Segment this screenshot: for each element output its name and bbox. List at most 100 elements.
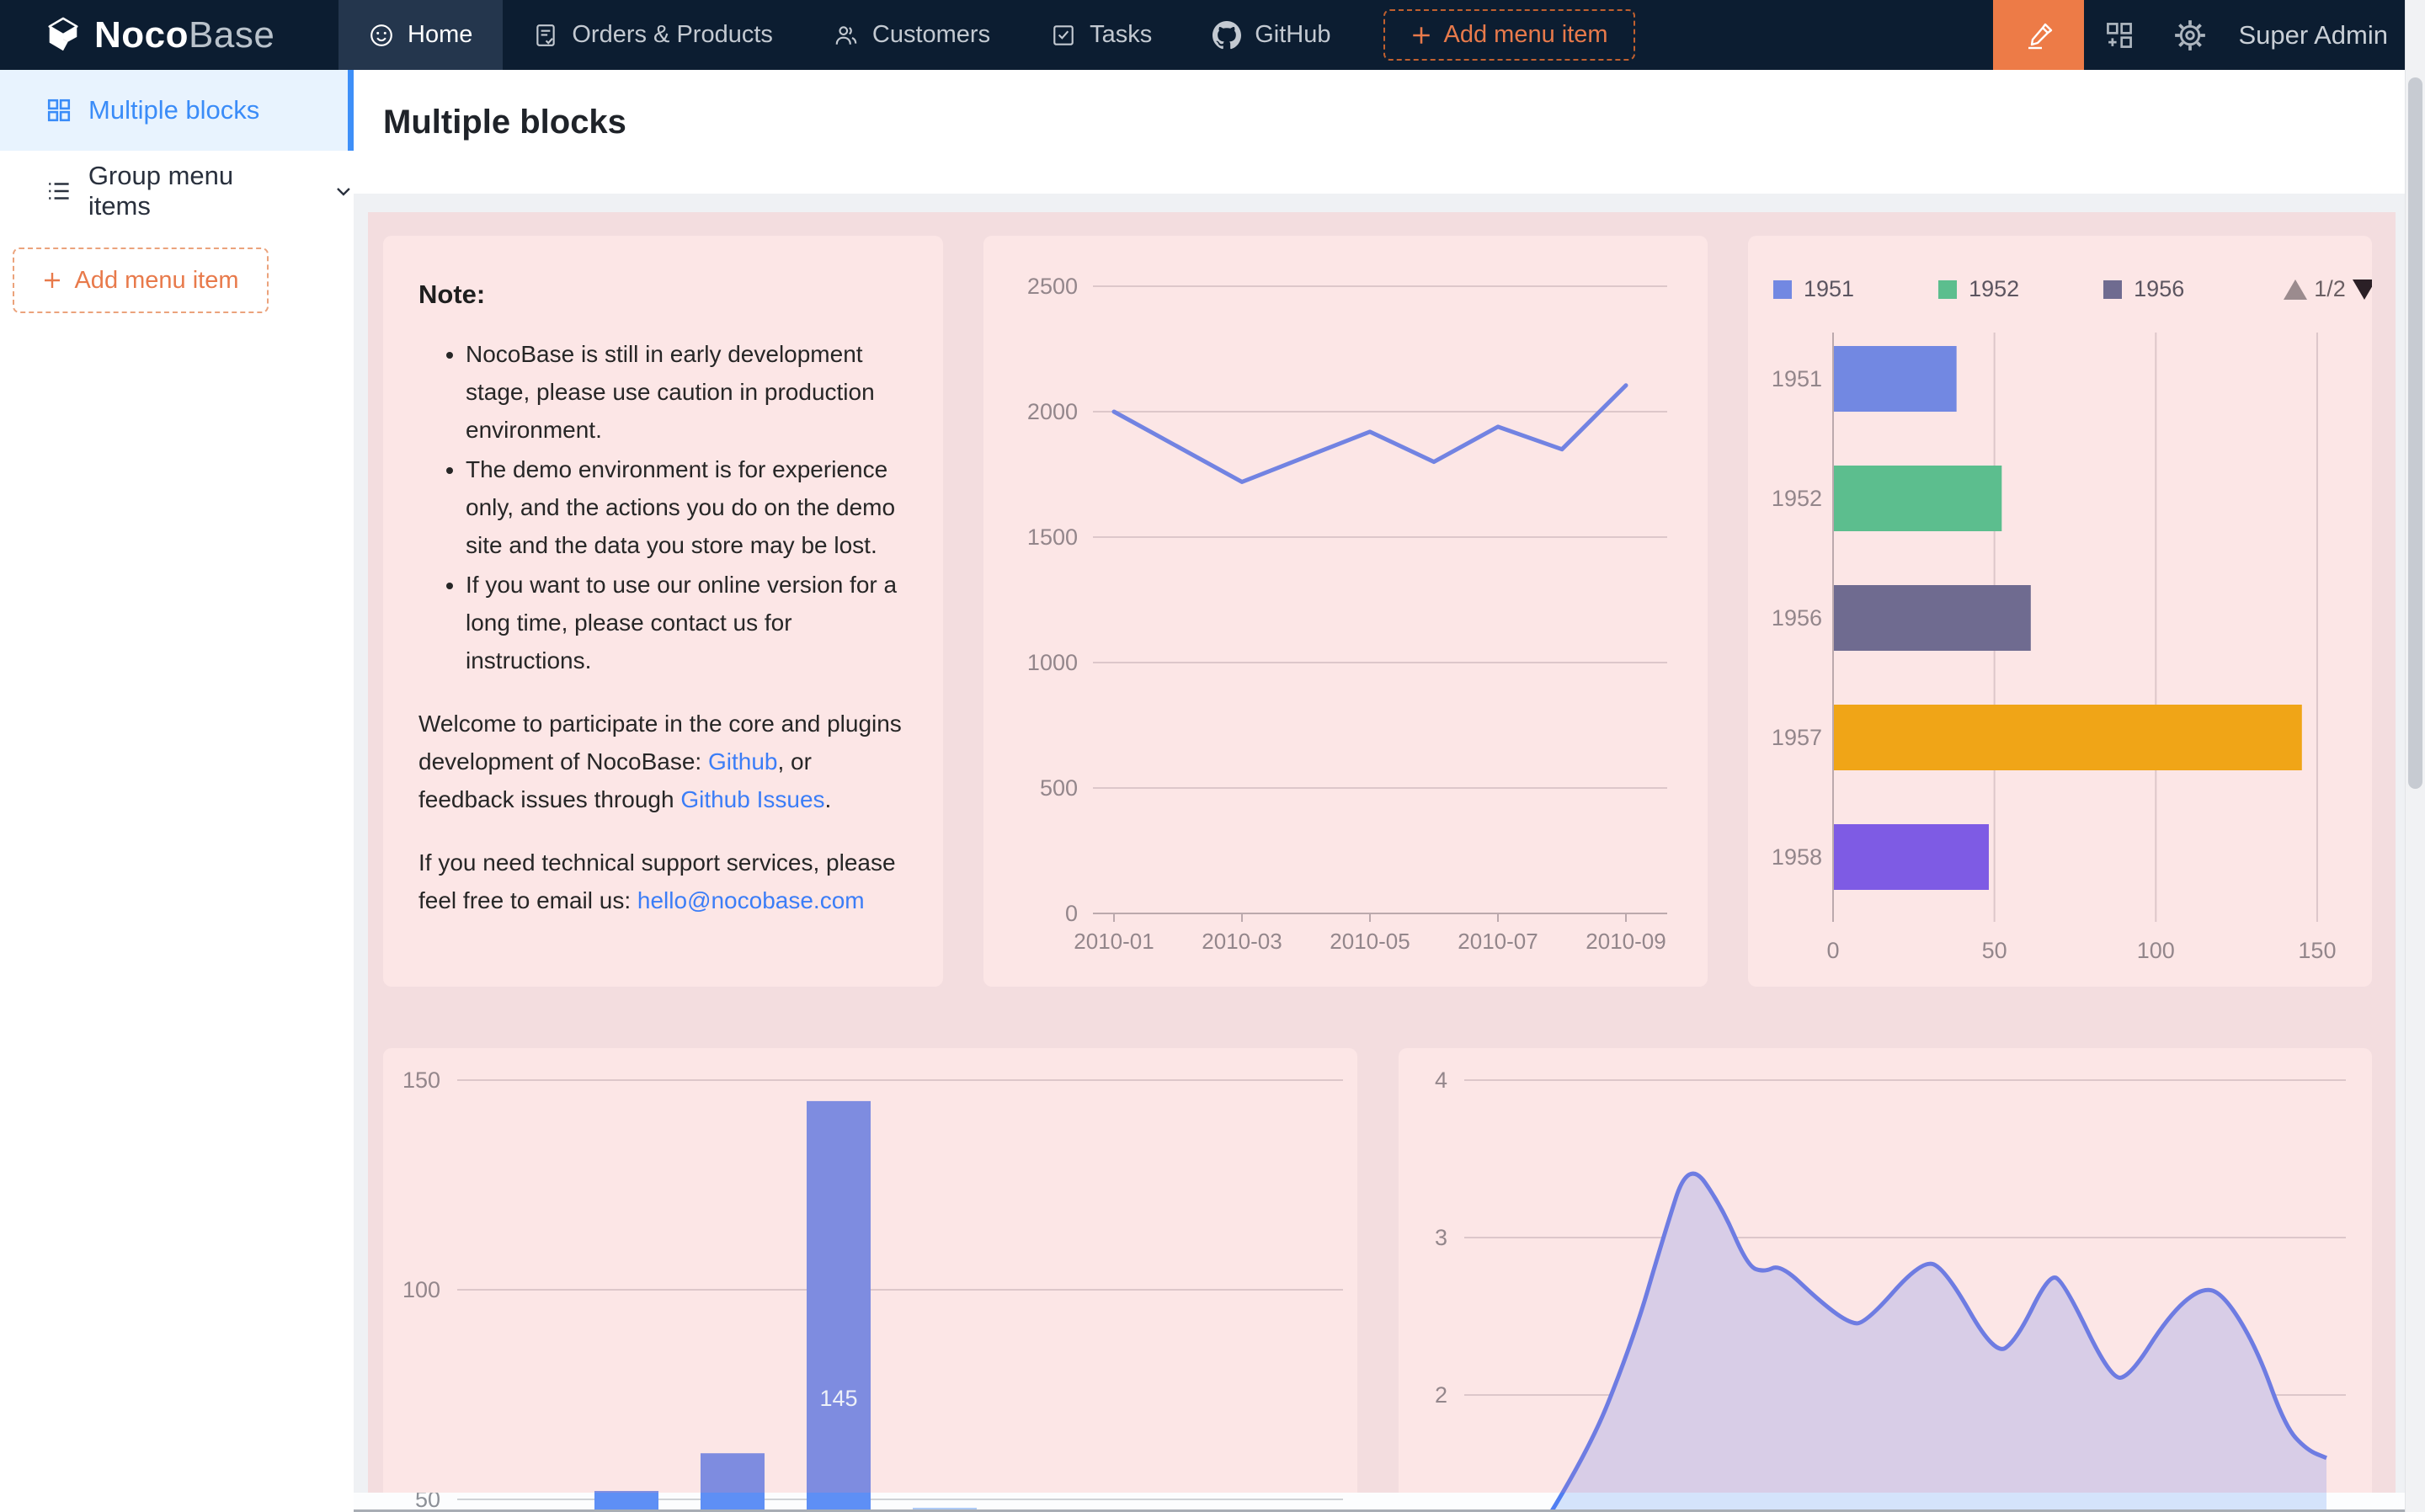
nav-add-menu-item-button[interactable]: Add menu item (1383, 9, 1635, 61)
note-link[interactable]: hello@nocobase.com (637, 887, 865, 913)
area-chart: 432 (1399, 1048, 2372, 1512)
legend-page-indicator: 1/2 (2314, 276, 2346, 302)
nav-tab-github[interactable]: GitHub (1182, 0, 1361, 70)
plus-icon (42, 270, 62, 290)
page-title: Multiple blocks (383, 104, 626, 141)
svg-text:50: 50 (415, 1487, 440, 1512)
legend-page-up-icon[interactable] (2284, 280, 2307, 300)
note-text: Welcome to participate in the core and p… (418, 711, 902, 775)
chart-legend: 1951 1952 1956 1/2 (1773, 276, 2372, 302)
svg-text:2: 2 (1435, 1382, 1447, 1408)
sidebar-item-multiple-blocks[interactable]: Multiple blocks (0, 70, 354, 151)
grid-icon (46, 98, 72, 123)
svg-text:2000: 2000 (1027, 399, 1078, 424)
svg-text:0: 0 (1065, 901, 1078, 926)
svg-text:100: 100 (402, 1277, 440, 1302)
list-icon (46, 178, 72, 204)
active-indicator-bar (348, 70, 354, 151)
nav-tab-label: Orders & Products (572, 21, 773, 49)
nav-tab-label: Customers (872, 21, 990, 49)
nav-tab-label: Home (408, 21, 472, 49)
svg-text:4: 4 (1435, 1067, 1447, 1093)
tasks-icon (1051, 23, 1076, 48)
nav-tab-orders-products[interactable]: Orders & Products (503, 0, 803, 70)
settings-button[interactable] (2155, 0, 2225, 70)
top-navbar: NocoBase Home Orders & Produ (0, 0, 2425, 70)
legend-swatch (1938, 280, 1957, 299)
scrollbar-thumb[interactable] (2408, 77, 2422, 789)
svg-text:100: 100 (2137, 938, 2175, 963)
svg-text:0: 0 (1826, 938, 1839, 963)
chevron-down-icon (333, 181, 354, 201)
legend-item-1951[interactable]: 1951 (1773, 276, 1854, 302)
sidebar: Multiple blocks Group menu items Add men… (0, 70, 354, 1512)
note-link[interactable]: Github Issues (680, 786, 824, 812)
plugin-manager-button[interactable] (2084, 0, 2155, 70)
svg-text:150: 150 (2298, 938, 2336, 963)
legend-label: 1952 (1969, 276, 2019, 302)
note-text: . (825, 786, 832, 812)
cube-logo-icon (44, 16, 83, 55)
legend-label: 1956 (2134, 276, 2184, 302)
legend-pagination: 1/2 (2284, 276, 2372, 302)
note-link[interactable]: Github (708, 748, 778, 775)
vertical-scrollbar[interactable] (2405, 0, 2425, 1512)
sidebar-item-label: Group menu items (88, 161, 301, 221)
nav-tab-home[interactable]: Home (338, 0, 503, 70)
note-bullet-list: NocoBase is still in early development s… (383, 335, 943, 679)
legend-swatch (1773, 280, 1792, 299)
brand-light: Base (189, 14, 274, 56)
svg-text:1958: 1958 (1772, 844, 1822, 870)
legend-page-down-icon[interactable] (2353, 280, 2372, 300)
svg-text:1000: 1000 (1027, 650, 1078, 675)
nav-tabs: Home Orders & Products Customers (338, 0, 1362, 70)
sidebar-item-group-menu-items[interactable]: Group menu items (0, 151, 354, 232)
svg-text:1952: 1952 (1772, 486, 1822, 511)
nav-add-label: Add menu item (1444, 21, 1608, 49)
svg-text:2010-07: 2010-07 (1458, 929, 1538, 954)
line-chart-block: 2500 2000 1500 1000 500 0 2010-01 2010-03 2010-0… (983, 236, 1708, 987)
svg-text:50: 50 (1982, 938, 2007, 963)
nav-tab-label: Tasks (1090, 21, 1152, 49)
smiley-icon (369, 23, 394, 48)
nocobase-logo[interactable]: NocoBase (0, 0, 338, 70)
navbar-right-actions: Super Admin (1993, 0, 2425, 70)
legend-item-1956[interactable]: 1956 (2103, 276, 2184, 302)
svg-text:150: 150 (402, 1067, 440, 1093)
note-bullet: If you want to use our online version fo… (466, 566, 909, 679)
horizontal-bar-chart-block: 1951 1952 1956 1/2 0 50 100 150 1951 1952 1956… (1748, 236, 2372, 987)
page-header: Multiple blocks (354, 70, 2405, 194)
svg-text:1956: 1956 (1772, 605, 1822, 631)
customers-icon (834, 23, 859, 48)
sidebar-add-label: Add menu item (74, 267, 238, 295)
legend-item-1952[interactable]: 1952 (1938, 276, 2019, 302)
github-icon (1212, 21, 1241, 50)
nav-tab-customers[interactable]: Customers (803, 0, 1021, 70)
svg-text:500: 500 (1040, 775, 1078, 801)
ui-editor-button[interactable] (1993, 0, 2084, 70)
brand-bold: Noco (94, 14, 189, 56)
svg-text:2500: 2500 (1027, 274, 1078, 299)
plus-icon (1410, 24, 1432, 46)
svg-text:1957: 1957 (1772, 725, 1822, 750)
svg-text:2010-01: 2010-01 (1074, 929, 1154, 954)
area-chart-block: 432 (1399, 1048, 2372, 1493)
nav-tab-tasks[interactable]: Tasks (1021, 0, 1182, 70)
app-window: NocoBase Home Orders & Produ (0, 0, 2425, 1512)
vertical-bar-chart-block: 15010014550 (383, 1048, 1357, 1493)
svg-text:2010-05: 2010-05 (1330, 929, 1410, 954)
horizontal-bar-chart: 0 50 100 150 1951 1952 1956 1957 1958 (1748, 236, 2372, 987)
note-paragraph: If you need technical support services, … (418, 844, 908, 919)
legend-swatch (2103, 280, 2122, 299)
svg-text:1500: 1500 (1027, 524, 1078, 550)
sidebar-item-label: Multiple blocks (88, 95, 259, 125)
sidebar-add-menu-item-button[interactable]: Add menu item (13, 248, 269, 313)
line-chart: 2500 2000 1500 1000 500 0 2010-01 2010-03 2010-0… (983, 236, 1708, 987)
nav-tab-label: GitHub (1255, 21, 1330, 49)
orders-icon (533, 23, 558, 48)
user-menu[interactable]: Super Admin (2225, 20, 2425, 51)
svg-text:1951: 1951 (1772, 366, 1822, 391)
vertical-bar-chart: 150 100 145 50 (383, 1048, 1357, 1512)
svg-text:145: 145 (819, 1386, 857, 1411)
svg-text:2010-03: 2010-03 (1202, 929, 1282, 954)
